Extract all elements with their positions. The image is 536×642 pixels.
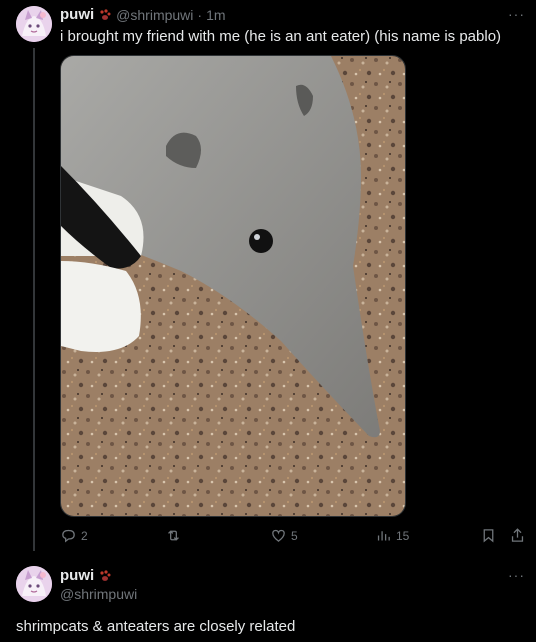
avatar[interactable] (16, 566, 52, 602)
anteater-plush-photo (61, 56, 405, 516)
heart-icon (272, 529, 285, 542)
paw-icon (98, 8, 112, 22)
thread-connector-line (33, 48, 35, 551)
like-count: 5 (291, 528, 298, 543)
post-text: i brought my friend with me (he is an an… (60, 28, 502, 45)
view-count: 15 (396, 528, 410, 543)
avatar[interactable] (16, 6, 52, 42)
reply-icon (62, 529, 75, 543)
share-icon (511, 528, 524, 542)
repost-icon (168, 530, 179, 541)
author-handle[interactable]: @shrimpuwi (60, 586, 137, 602)
views-button[interactable]: 15 (375, 527, 409, 544)
repost-button[interactable] (165, 527, 186, 544)
reply-button[interactable]: 2 (60, 527, 88, 544)
post-header: puwi @shrimpuwi · 1m (60, 6, 226, 23)
share-button[interactable] (509, 527, 526, 544)
reply-count: 2 (81, 528, 88, 543)
bookmark-icon (483, 529, 494, 543)
bookmark-button[interactable] (480, 527, 497, 544)
paw-icon (98, 569, 112, 583)
avatar-image (16, 6, 52, 42)
like-button[interactable]: 5 (270, 527, 298, 544)
views-icon (377, 531, 390, 541)
author-handle[interactable]: @shrimpuwi (116, 7, 193, 23)
more-options-button[interactable]: ··· (508, 567, 525, 583)
author-name[interactable]: puwi (60, 6, 94, 23)
separator-dot: · (197, 6, 203, 23)
post-time[interactable]: 1m (206, 7, 225, 23)
more-options-button[interactable]: ··· (508, 6, 525, 22)
avatar-image (16, 566, 52, 602)
post-text: shrimpcats & anteaters are closely relat… (16, 618, 296, 635)
post-header: puwi (60, 567, 112, 584)
post-image[interactable] (60, 55, 406, 517)
author-name[interactable]: puwi (60, 567, 94, 584)
